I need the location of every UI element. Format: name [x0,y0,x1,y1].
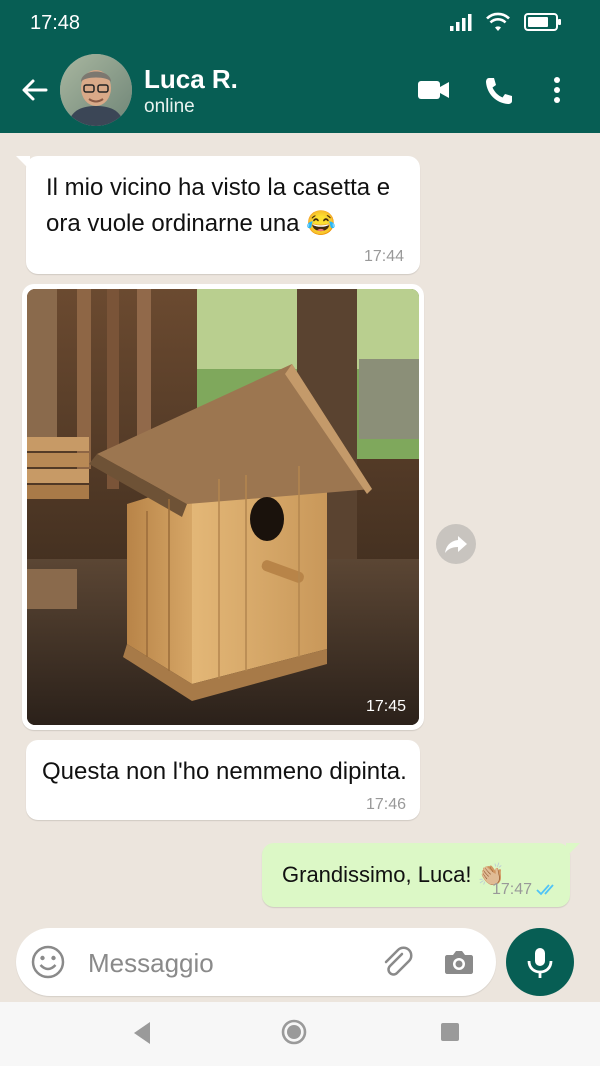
contact-avatar[interactable] [60,54,132,126]
message-text: Il mio vicino ha visto la casetta e ora … [46,170,390,242]
message-text-line: Il mio vicino ha visto la casetta e [46,174,391,201]
message-text: Grandissimo, Luca! 👏🏼 [282,862,506,887]
paperclip-icon[interactable] [380,945,414,979]
message-time: 17:46 [365,796,406,813]
signal-icon [450,14,472,31]
back-arrow-icon[interactable] [18,74,50,106]
message-composer: Messaggio [16,928,496,996]
bubble-tail [16,156,30,170]
status-icons [450,12,562,32]
nav-recents-icon[interactable] [440,1022,460,1042]
emoji-icon[interactable] [30,944,66,980]
battery-icon [524,13,561,31]
microphone-button[interactable] [506,928,574,996]
message-input[interactable]: Messaggio [88,948,214,979]
read-ticks-icon [536,884,554,896]
outgoing-message[interactable]: Grandissimo, Luca! 👏🏼 17:47 [262,843,580,907]
system-nav-bar [0,1002,600,1066]
incoming-message[interactable]: Questa non l'ho nemmeno dipinta. 17:46 [26,740,420,820]
contact-name[interactable]: Luca R. [144,64,238,95]
forward-icon [445,536,467,553]
message-text: Questa non l'ho nemmeno dipinta. [42,758,407,785]
contact-status: online [144,96,195,117]
message-image[interactable] [27,289,419,725]
bubble-tail [566,843,580,857]
phone-icon[interactable] [480,74,516,106]
microphone-icon [527,948,553,978]
wifi-icon [486,12,510,31]
status-bar: 17:48 [0,0,600,46]
more-vert-icon[interactable] [540,74,576,106]
status-time: 17:48 [30,12,81,34]
nav-home-icon[interactable] [280,1018,308,1046]
nav-back-icon[interactable] [130,1020,154,1046]
video-call-icon[interactable] [416,74,452,106]
message-time: 17:45 [365,698,406,715]
incoming-image-message[interactable]: 17:45 [22,284,424,730]
incoming-message[interactable]: Il mio vicino ha visto la casetta e ora … [16,156,420,274]
message-text-line: ora vuole ordinarne una 😂 [46,210,337,237]
forward-button[interactable] [436,524,476,564]
camera-icon[interactable] [442,945,476,979]
message-time: 17:44 [363,248,404,265]
chat-header: Luca R. online [0,46,600,133]
message-time: 17:47 [491,881,532,898]
